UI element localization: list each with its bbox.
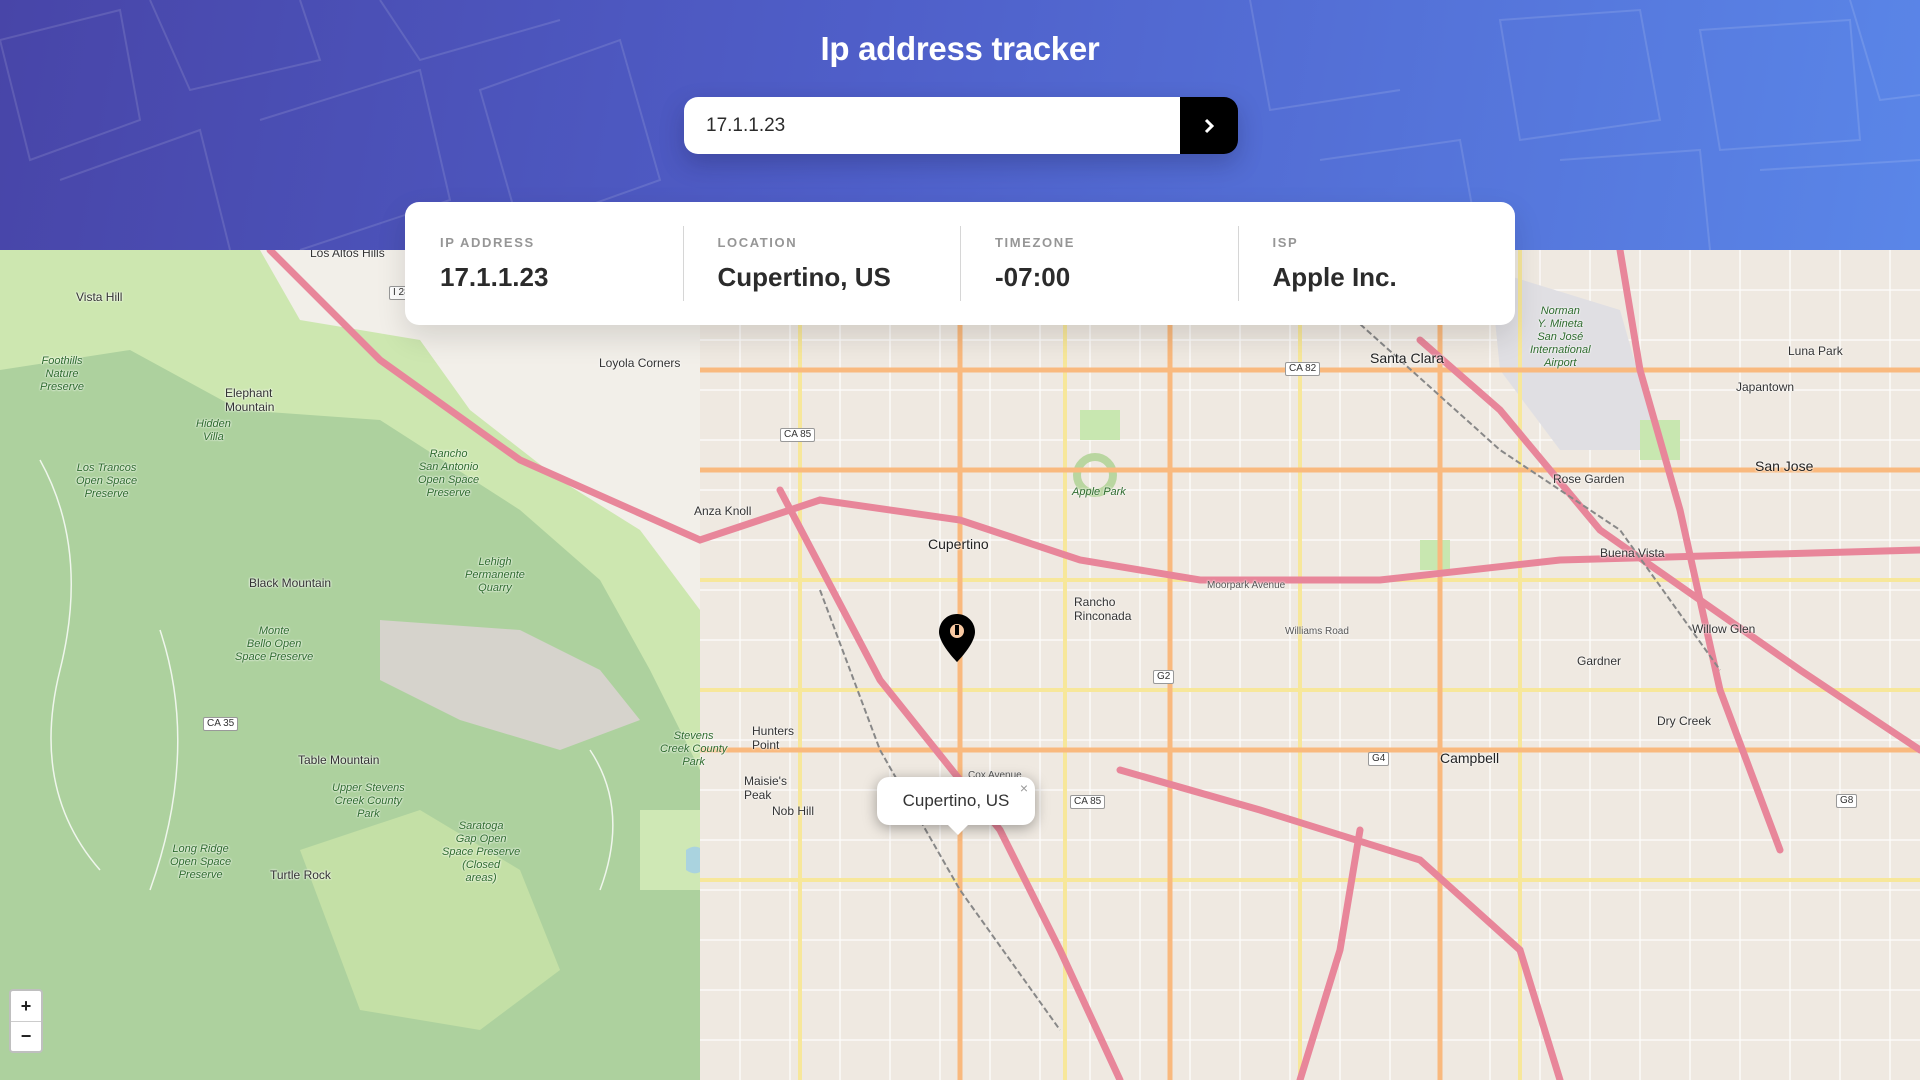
map-view[interactable]: Sunnyvale Santa Clara San Jose Cupertino…	[0, 250, 1920, 1080]
page-title: Ip address tracker	[820, 30, 1100, 67]
info-value: -07:00	[995, 262, 1071, 292]
zoom-in-button[interactable]: +	[11, 991, 41, 1021]
search-submit-button[interactable]	[1180, 97, 1238, 154]
info-label: IP ADDRESS	[440, 235, 535, 250]
map-tiles	[0, 250, 1920, 1080]
chevron-right-icon	[1204, 118, 1215, 133]
info-ip-address: IP ADDRESS 17.1.1.23	[405, 226, 683, 301]
info-value: 17.1.1.23	[440, 262, 549, 292]
info-value: Apple Inc.	[1272, 262, 1397, 292]
zoom-out-button[interactable]: −	[11, 1021, 41, 1051]
info-isp: ISP Apple Inc.	[1237, 226, 1516, 301]
info-location: LOCATION Cupertino, US	[682, 226, 961, 301]
info-timezone: TIMEZONE -07:00	[960, 226, 1238, 301]
info-label: LOCATION	[717, 235, 798, 250]
ip-search-bar	[684, 97, 1238, 154]
ip-search-input[interactable]	[684, 97, 1180, 154]
location-popup: Cupertino, US ×	[877, 777, 1035, 835]
popup-close-button[interactable]: ×	[1020, 780, 1028, 796]
popup-text: Cupertino, US	[902, 791, 1010, 810]
map-zoom-control: + −	[9, 989, 43, 1053]
info-value: Cupertino, US	[717, 262, 891, 292]
ip-info-card: IP ADDRESS 17.1.1.23 LOCATION Cupertino,…	[405, 202, 1515, 325]
info-label: TIMEZONE	[995, 235, 1075, 250]
location-marker-icon[interactable]	[937, 612, 977, 664]
info-label: ISP	[1272, 235, 1299, 250]
